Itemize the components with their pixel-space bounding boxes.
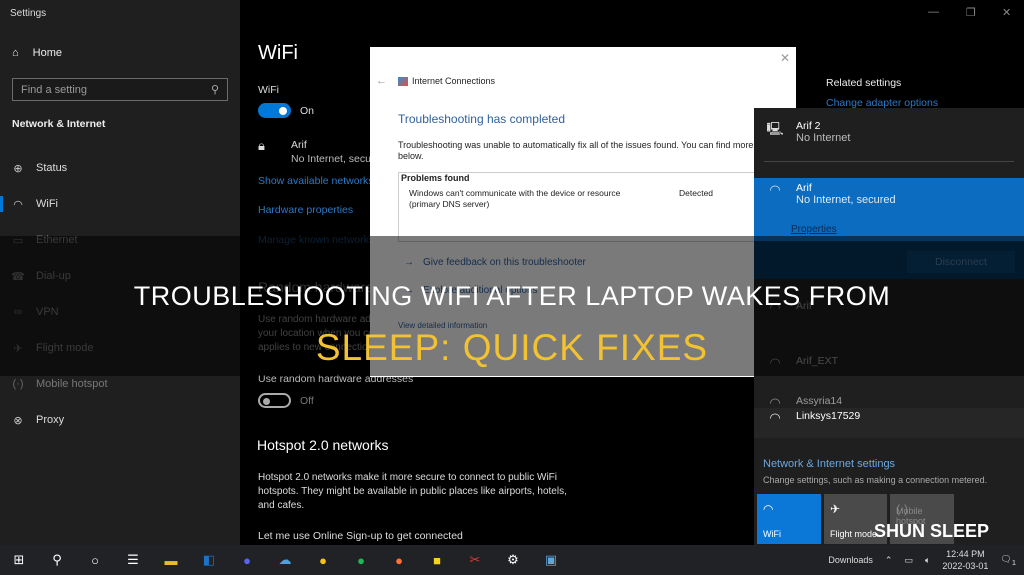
tile-label: Flight mode (830, 529, 878, 539)
overlay-headline-line1: TROUBLESHOOTING WIFI AFTER LAPTOP WAKES … (133, 281, 891, 311)
firefox-icon[interactable]: ● (380, 545, 418, 575)
hotspot-desc-3: and cafes. (258, 500, 305, 511)
settings-gear-icon[interactable]: ⚙ (494, 545, 532, 575)
network-name: Arif 2 (796, 120, 821, 132)
dialog-message: Troubleshooting was unable to automatica… (398, 140, 782, 161)
page-title: WiFi (258, 42, 298, 64)
hardware-properties-link[interactable]: Hardware properties (258, 204, 353, 216)
internet-connections-icon (398, 77, 408, 86)
wifi-label: WiFi (258, 84, 279, 96)
sidebar-item-label: Mobile hotspot (36, 378, 108, 390)
network-status: No Internet (796, 132, 851, 144)
cloud-icon[interactable]: ☁ (266, 545, 304, 575)
divider (764, 161, 1014, 162)
cyberghost-icon[interactable]: ● (304, 545, 342, 575)
section-title: Network & Internet (12, 118, 106, 130)
wifi-toggle[interactable] (258, 103, 291, 118)
online-signup-label: Let me use Online Sign-up to get connect… (258, 530, 463, 542)
problem-status: Detected (679, 188, 714, 198)
dialog-title: Internet Connections (412, 76, 496, 86)
search-placeholder: Find a setting (21, 83, 88, 96)
overlay-headline-line2: SLEEP: QUICK FIXES (315, 327, 709, 368)
problems-found-table: Problems found Windows can't communicate… (398, 172, 798, 242)
hotspot-icon: (·) (12, 378, 24, 390)
notifications-icon[interactable]: 🗨︎1 (1000, 554, 1016, 567)
watermark: SHUN SLEEP (873, 521, 989, 541)
downloads-toolbar[interactable]: Downloads (828, 555, 873, 565)
home-button[interactable]: ⌂ Home (12, 47, 62, 59)
chevron-up-icon[interactable]: ⌃ (885, 555, 893, 566)
wifi-icon: ◠ (13, 198, 23, 211)
cortana-icon[interactable]: ○ (76, 545, 114, 575)
show-networks-link[interactable]: Show available networks (258, 175, 373, 187)
network-name: Linksys17529 (796, 410, 861, 422)
sidebar-item-label: Proxy (36, 414, 65, 426)
sidebar-item-proxy[interactable]: ⊗ Proxy (0, 408, 240, 432)
back-arrow-icon[interactable]: ← (376, 75, 387, 87)
outlook-icon[interactable]: ◧ (190, 545, 228, 575)
sidebar-item-label: WiFi (36, 198, 58, 210)
home-icon: ⌂ (12, 47, 19, 59)
network-item-arif-2[interactable]: 🖳︎ Arif 2 No Internet (754, 120, 1024, 144)
clock-time: 12:44 PM (946, 549, 985, 559)
wifi-toggle-state: On (300, 105, 315, 117)
network-name: Arif (796, 182, 812, 194)
wifi-secured-icon: ◠ (769, 182, 781, 197)
search-icon[interactable]: ⚲ (38, 545, 76, 575)
hotspot-desc-1: Hotspot 2.0 networks make it more secure… (258, 472, 558, 483)
random-hw-toggle[interactable] (258, 393, 291, 408)
search-icon: ⚲ (210, 84, 219, 96)
volume-icon[interactable]: 🔈︎ (925, 555, 930, 566)
sidebar-item-status[interactable]: ⊕ Status (0, 156, 240, 180)
hotspot-desc-2: hotspots. They might be available in pub… (258, 486, 567, 497)
network-map-icon[interactable]: ▣ (532, 545, 570, 575)
network-item-linksys17529[interactable]: ◠ Linksys17529 (754, 408, 1024, 438)
wifi-signal-icon: 🔒︎ (258, 138, 265, 153)
hotspot-heading: Hotspot 2.0 networks (257, 437, 389, 453)
wifi-icon: ◠ (763, 502, 774, 516)
spotify-icon[interactable]: ● (342, 545, 380, 575)
globe-icon: ⊗ (13, 414, 23, 427)
tile-label: WiFi (763, 529, 781, 539)
task-view-icon[interactable]: ☰ (114, 545, 152, 575)
network-tray-icon[interactable]: ▭ (904, 555, 913, 566)
notification-count: 1 (1011, 557, 1016, 567)
related-settings-title: Related settings (826, 77, 902, 89)
snipping-tool-icon[interactable]: ✂ (456, 545, 494, 575)
app-title: Settings (10, 8, 47, 19)
dialog-heading: Troubleshooting has completed (398, 112, 565, 126)
problem-description[interactable]: Windows can't communicate with the devic… (409, 188, 649, 210)
network-status: No Internet, secured (291, 153, 371, 165)
problems-header: Problems found (401, 173, 470, 183)
system-tray: Downloads ⌃ ▭ 🔈︎ 12:44 PM 2022-03-01 🗨︎1 (828, 545, 1024, 575)
network-settings-desc: Change settings, such as making a connec… (763, 475, 988, 485)
sidebar-item-label: Status (36, 162, 68, 174)
screen: Settings ⌂ Home Find a setting ⚲ Network… (0, 0, 1024, 575)
file-explorer-icon[interactable]: ▬ (152, 545, 190, 575)
search-input[interactable]: Find a setting ⚲ (12, 78, 228, 101)
properties-link[interactable]: Properties (791, 224, 837, 235)
network-status: No Internet, secured (796, 194, 896, 206)
wifi-quick-tile[interactable]: ◠ WiFi (757, 494, 821, 544)
clock-date: 2022-03-01 (942, 561, 989, 571)
sidebar-item-wifi[interactable]: ◠ WiFi (0, 192, 240, 216)
airplane-icon: ✈ (830, 502, 841, 516)
windows-start-icon[interactable]: ⊞ (0, 545, 38, 575)
taskbar: ⊞ ⚲ ○ ☰ ▬ ◧ ● ☁ ● ● ● ■ ✂ ⚙ ▣ Downloads … (0, 545, 1024, 575)
random-hw-toggle-state: Off (300, 395, 314, 407)
network-settings-link[interactable]: Network & Internet settings (763, 458, 895, 470)
discord-icon[interactable]: ● (228, 545, 266, 575)
wifi-secured-icon: ◠ (769, 410, 781, 425)
status-icon: ⊕ (13, 162, 23, 175)
home-label: Home (32, 47, 62, 59)
sticky-notes-icon[interactable]: ■ (418, 545, 456, 575)
ethernet-icon: 🖳︎ (766, 121, 784, 136)
network-name[interactable]: Arif (291, 139, 307, 151)
clock[interactable]: 12:44 PM 2022-03-01 (942, 548, 988, 572)
